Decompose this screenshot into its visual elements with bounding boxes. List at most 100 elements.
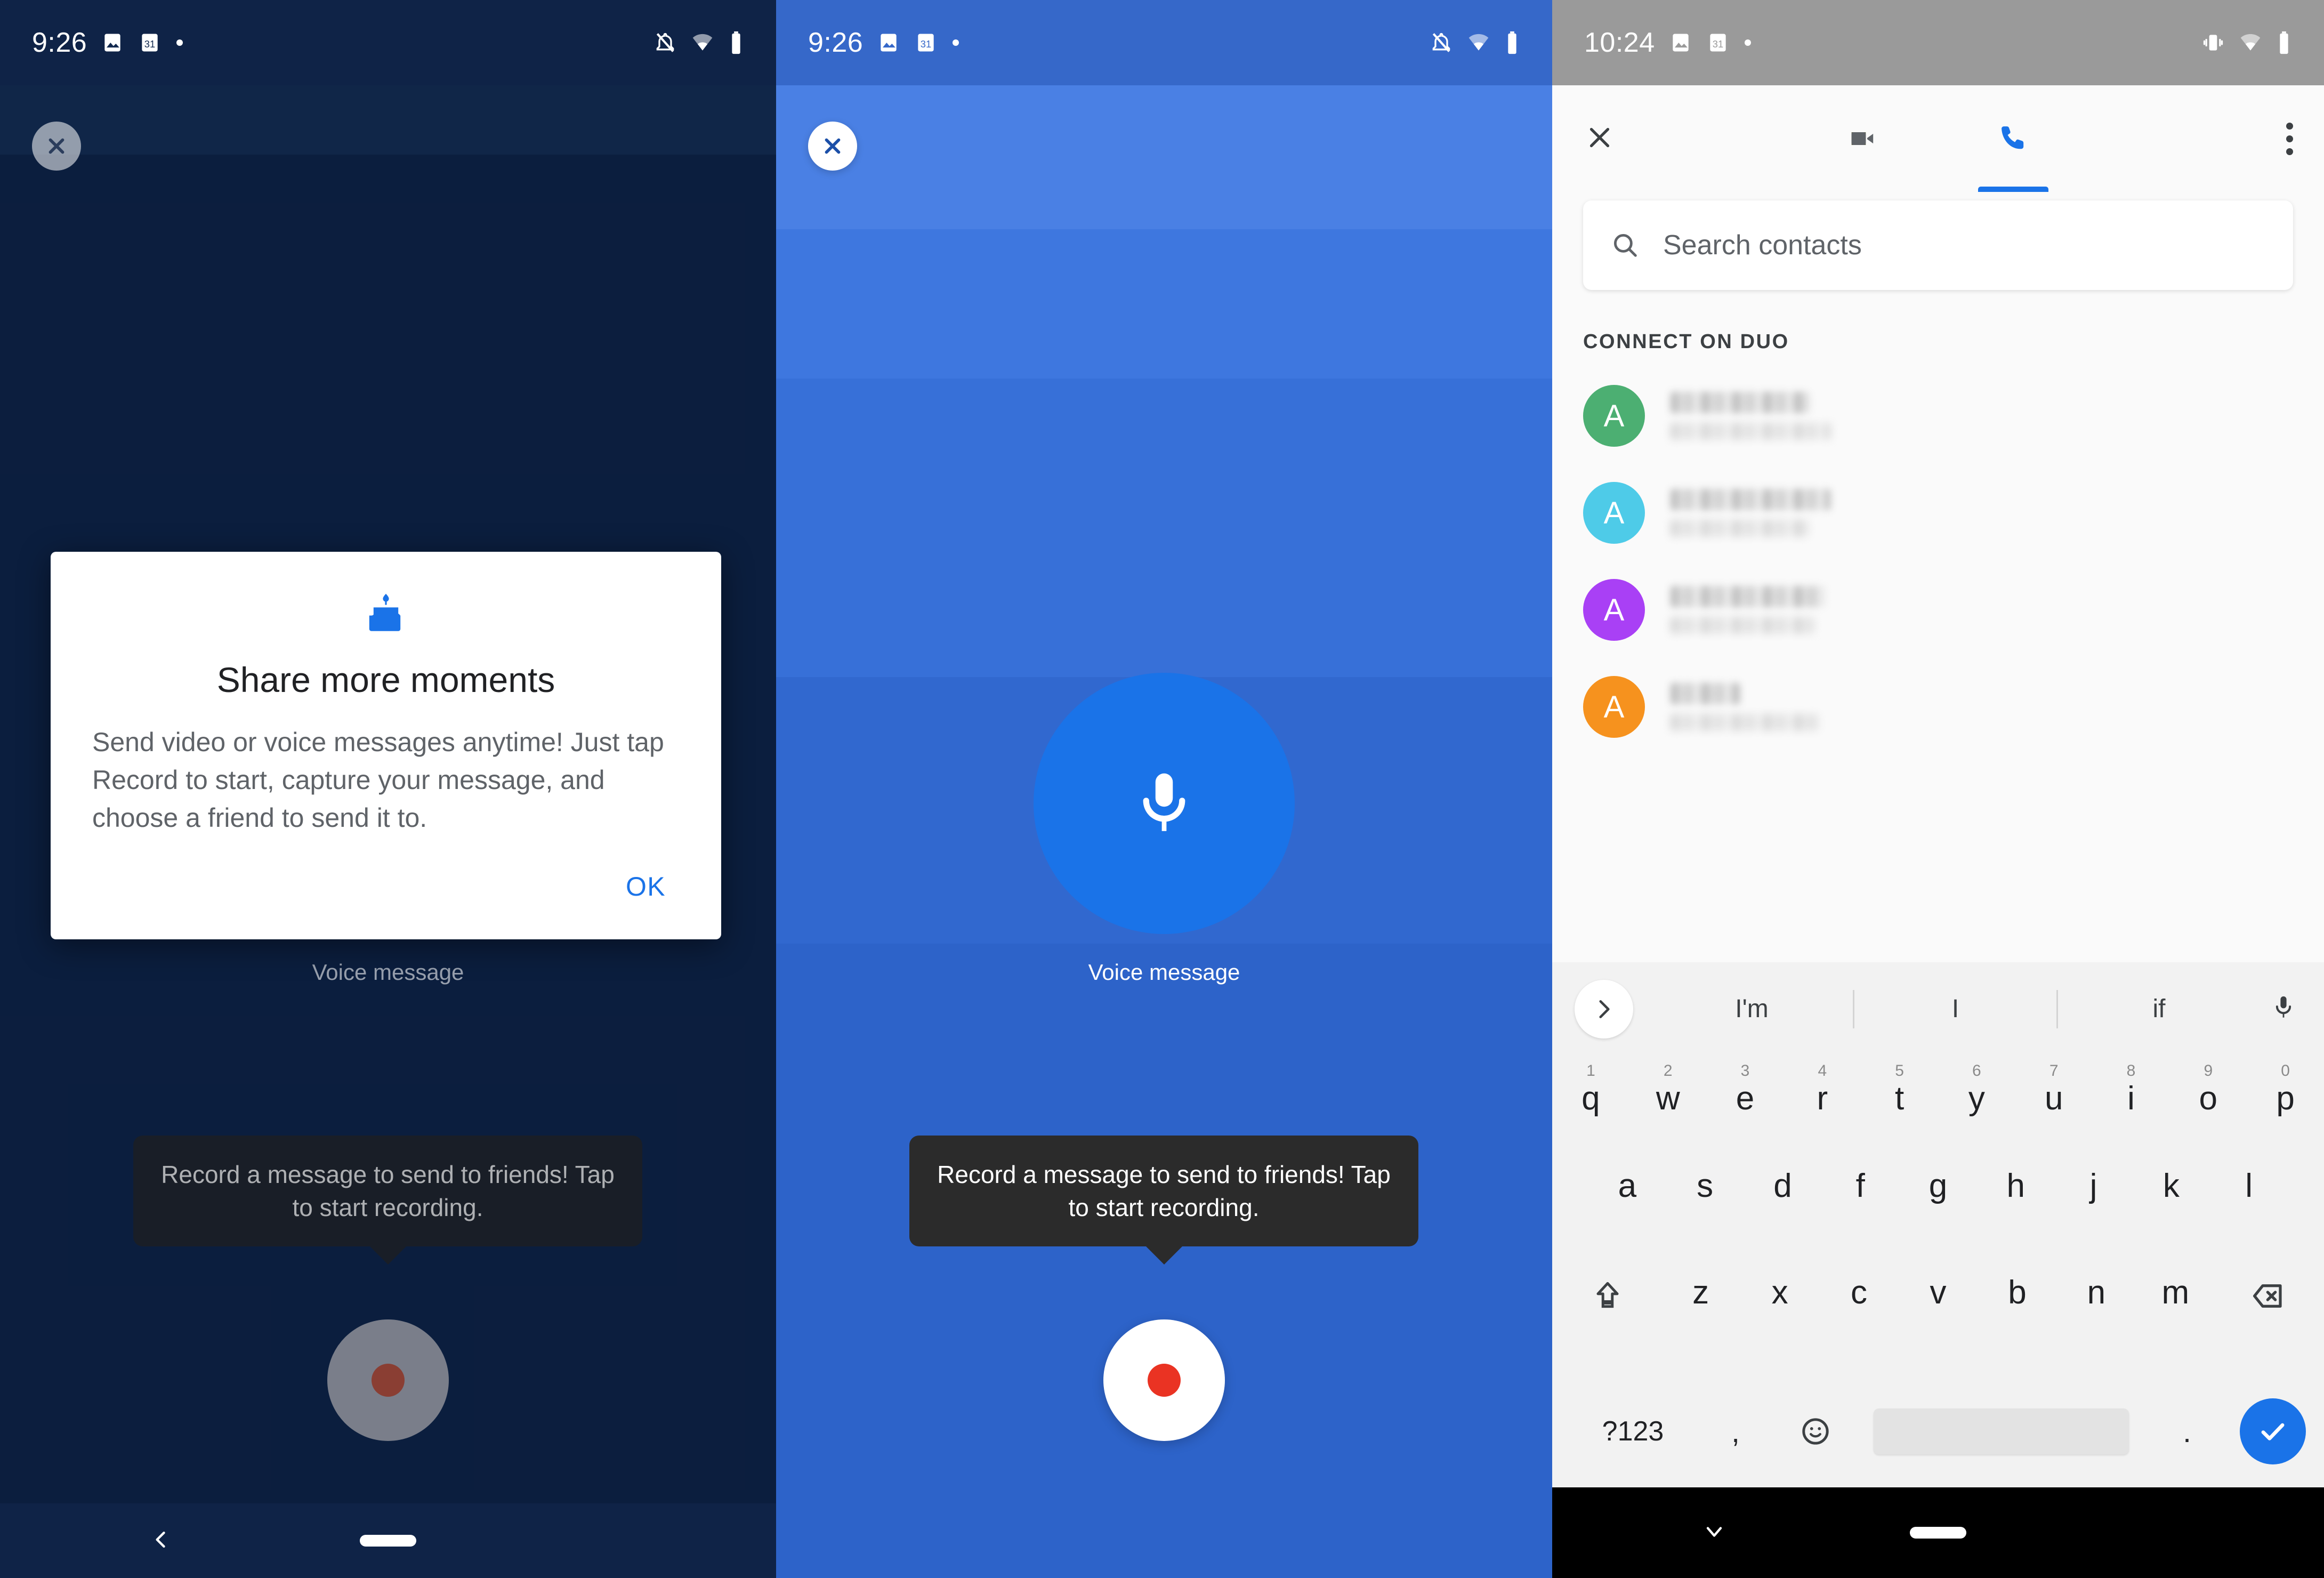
home-pill-icon[interactable]: [1910, 1527, 1966, 1539]
calendar-31-icon: 31: [914, 31, 938, 54]
image-icon: [101, 31, 124, 54]
key-d[interactable]: d: [1744, 1162, 1822, 1203]
suggestion-chip[interactable]: I: [1854, 994, 2056, 1024]
key-label: o: [2199, 1080, 2218, 1117]
key-e[interactable]: 3e: [1707, 1056, 1784, 1115]
expand-suggestions-button[interactable]: [1575, 979, 1633, 1038]
key-number-hint: 9: [2204, 1062, 2213, 1080]
key-r[interactable]: 4r: [1784, 1056, 1861, 1115]
close-button[interactable]: [1583, 121, 1616, 157]
key-l[interactable]: l: [2210, 1162, 2288, 1203]
voice-input-button[interactable]: [2269, 993, 2298, 1025]
key-a[interactable]: a: [1588, 1162, 1666, 1203]
tab-voice-call[interactable]: [1978, 85, 2048, 192]
status-bar-right: [653, 30, 744, 55]
enter-key[interactable]: [2240, 1398, 2306, 1464]
list-item[interactable]: A: [1552, 367, 2324, 464]
key-x[interactable]: x: [1740, 1269, 1819, 1309]
key-label: z: [1692, 1274, 1709, 1311]
contact-text: [1671, 489, 1830, 537]
dialog-actions: OK: [92, 862, 680, 918]
key-u[interactable]: 7u: [2015, 1056, 2093, 1115]
space-key[interactable]: [1874, 1408, 2129, 1454]
key-p[interactable]: 0p: [2247, 1056, 2324, 1115]
tab-video-call[interactable]: [1828, 85, 1898, 192]
key-m[interactable]: m: [2136, 1269, 2215, 1309]
suggestion-chip[interactable]: if: [2058, 994, 2260, 1024]
list-item[interactable]: A: [1552, 561, 2324, 658]
notifications-off-icon: [1430, 31, 1453, 54]
list-item[interactable]: A: [1552, 464, 2324, 561]
nav-bar: [0, 1503, 776, 1578]
section-header: CONNECT ON DUO: [1583, 331, 1789, 353]
key-h[interactable]: h: [1977, 1162, 2055, 1203]
key-s[interactable]: s: [1666, 1162, 1744, 1203]
emoji-key[interactable]: [1776, 1415, 1855, 1448]
tooltip: Record a message to send to friends! Tap…: [909, 1136, 1418, 1265]
suggestion-items: I'm I if: [1651, 989, 2260, 1028]
key-label: g: [1928, 1168, 1948, 1204]
key-label: v: [1930, 1274, 1947, 1311]
close-button[interactable]: [808, 122, 857, 171]
key-number-hint: 4: [1818, 1062, 1827, 1080]
keyboard-row-4: ?123 , .: [1552, 1375, 2324, 1487]
back-chevron-icon[interactable]: [149, 1528, 173, 1554]
search-input[interactable]: Search contacts: [1583, 200, 2293, 290]
key-label: i: [2127, 1080, 2135, 1117]
record-dot-icon: [1148, 1364, 1181, 1397]
app-bar: [1552, 85, 2324, 192]
key-j[interactable]: j: [2055, 1162, 2133, 1203]
close-icon: [49, 138, 64, 154]
keyboard-row-2: a s d f g h j k l: [1552, 1162, 2324, 1269]
status-bar-right: [1430, 30, 1520, 55]
vibrate-icon: [2201, 31, 2225, 54]
phone-icon: [2002, 126, 2024, 149]
key-f[interactable]: f: [1821, 1162, 1899, 1203]
key-v[interactable]: v: [1899, 1269, 1978, 1309]
dialog-title: Share more moments: [216, 660, 555, 699]
battery-icon: [728, 30, 744, 55]
avatar: A: [1583, 676, 1645, 738]
key-c[interactable]: c: [1819, 1269, 1898, 1309]
numeric-key[interactable]: ?123: [1570, 1415, 1696, 1447]
mic-button[interactable]: [1034, 673, 1295, 934]
key-b[interactable]: b: [1978, 1269, 2056, 1309]
close-button[interactable]: [32, 122, 81, 171]
record-button[interactable]: [1103, 1319, 1225, 1441]
key-w[interactable]: 2w: [1629, 1056, 1707, 1115]
calendar-31-icon: 31: [138, 31, 162, 54]
record-button[interactable]: [327, 1319, 449, 1441]
key-t[interactable]: 5t: [1861, 1056, 1938, 1115]
home-pill-icon[interactable]: [360, 1535, 416, 1547]
key-y[interactable]: 6y: [1938, 1056, 2015, 1115]
period-key[interactable]: .: [2147, 1414, 2227, 1449]
tooltip-text: Record a message to send to friends! Tap…: [161, 1161, 615, 1222]
backspace-key[interactable]: [2215, 1269, 2322, 1314]
check-icon: [2261, 1423, 2285, 1440]
key-k[interactable]: k: [2132, 1162, 2210, 1203]
more-vert-icon[interactable]: [2286, 122, 2293, 155]
shift-key[interactable]: [1554, 1269, 1661, 1311]
key-g[interactable]: g: [1899, 1162, 1977, 1203]
ok-button[interactable]: OK: [612, 862, 680, 912]
key-o[interactable]: 9o: [2169, 1056, 2247, 1115]
key-number-hint: 1: [1586, 1062, 1595, 1080]
chevron-down-icon[interactable]: [1701, 1519, 1727, 1547]
panel-dialog-screen: 9:26 31 Voice message Record a message t…: [0, 0, 776, 1578]
avatar: A: [1583, 385, 1645, 447]
status-time: 10:24: [1584, 27, 1655, 58]
tooltip-text: Record a message to send to friends! Tap…: [937, 1161, 1391, 1222]
comma-key[interactable]: ,: [1696, 1414, 1776, 1449]
nav-bar: [1552, 1487, 2324, 1578]
key-label: m: [2161, 1274, 2190, 1311]
key-z[interactable]: z: [1661, 1269, 1740, 1309]
contact-name-redacted: [1671, 683, 1740, 704]
wifi-icon: [691, 31, 714, 54]
key-n[interactable]: n: [2057, 1269, 2136, 1309]
key-i[interactable]: 8i: [2093, 1056, 2170, 1115]
suggestion-chip[interactable]: I'm: [1651, 994, 1853, 1024]
list-item[interactable]: A: [1552, 658, 2324, 755]
dialog-body: Send video or voice messages anytime! Ju…: [92, 727, 664, 833]
key-number-hint: 6: [1972, 1062, 1981, 1080]
key-q[interactable]: 1q: [1552, 1056, 1629, 1115]
